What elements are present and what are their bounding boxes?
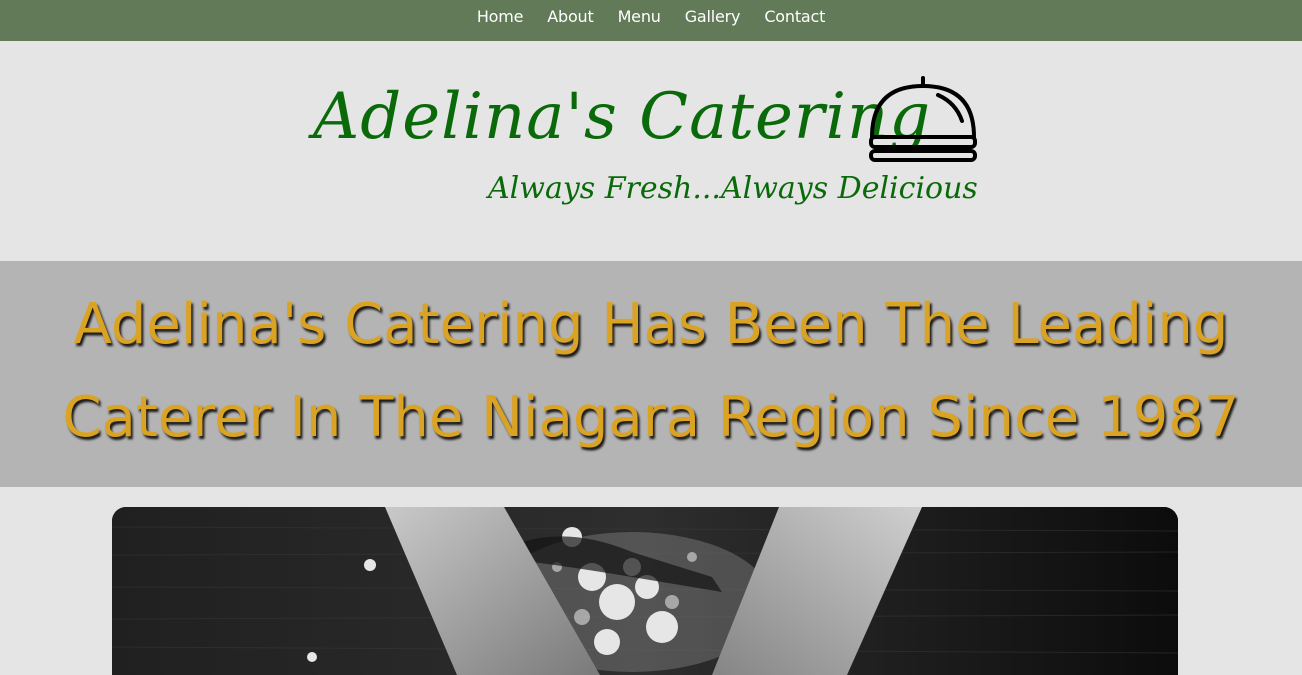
brand-name[interactable]: Adelina's Catering bbox=[313, 79, 931, 155]
hero-photo bbox=[112, 507, 1178, 675]
nav-link-about[interactable]: About bbox=[547, 7, 594, 26]
banner-headline-line-1: Adelina's Catering Has Been The Leading bbox=[73, 292, 1229, 357]
site-header: Adelina's Catering Always Fresh...Always… bbox=[0, 41, 1302, 261]
hero-banner: Adelina's Catering Has Been The Leading … bbox=[0, 261, 1302, 487]
top-navigation: Home About Menu Gallery Contact bbox=[0, 0, 1302, 41]
nav-link-gallery[interactable]: Gallery bbox=[685, 7, 741, 26]
nav-link-menu[interactable]: Menu bbox=[618, 7, 661, 26]
nav-link-contact[interactable]: Contact bbox=[764, 7, 825, 26]
cloche-icon bbox=[869, 76, 977, 162]
tagline: Always Fresh...Always Delicious bbox=[488, 171, 978, 206]
hands-kneading-flour-photo bbox=[112, 507, 1178, 675]
nav-link-home[interactable]: Home bbox=[477, 7, 524, 26]
banner-headline-line-2: Caterer In The Niagara Region Since 1987 bbox=[62, 385, 1240, 450]
